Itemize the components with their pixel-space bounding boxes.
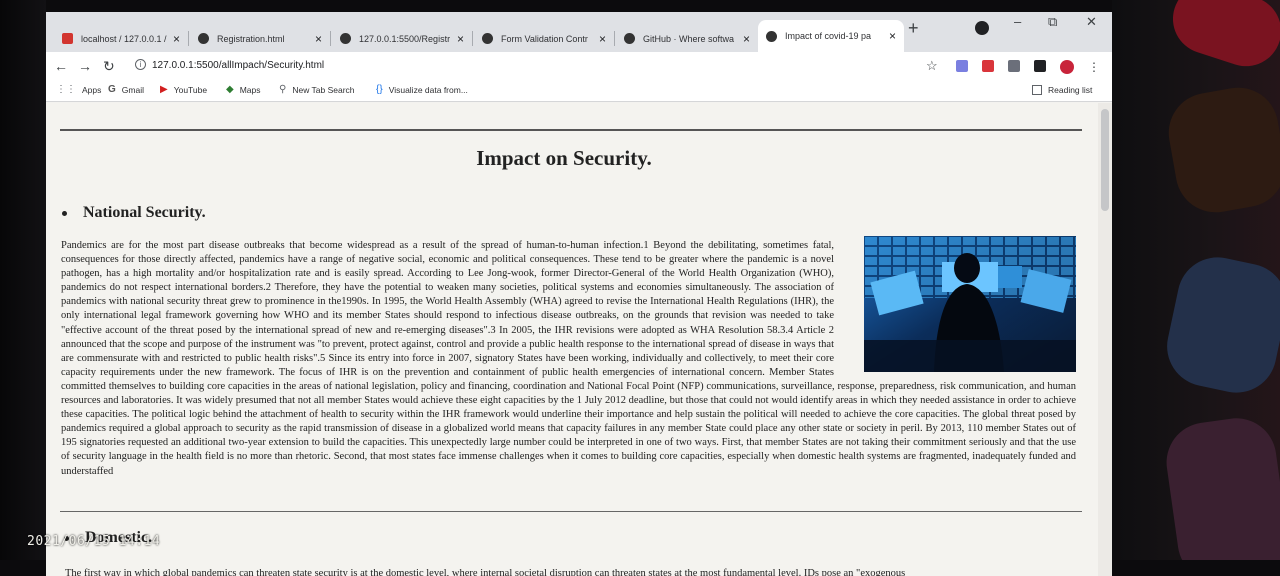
tab-strip: localhost / 127.0.0.1 / × Registration.h…	[46, 12, 1112, 52]
tab-localhost-registration[interactable]: 127.0.0.1:5500/Registr ×	[332, 25, 472, 52]
bookmark-star-icon[interactable]: ☆	[926, 58, 938, 73]
tab-phpmyadmin[interactable]: localhost / 127.0.0.1 / ×	[54, 25, 188, 52]
reload-button[interactable]: ↻	[103, 58, 115, 75]
bullet-icon	[62, 210, 67, 216]
background-fabric	[1162, 81, 1280, 219]
globe-icon	[766, 30, 777, 42]
back-button[interactable]: ←	[54, 58, 68, 74]
tab-registration[interactable]: Registration.html ×	[190, 25, 330, 52]
reading-list-label: Reading list	[1048, 85, 1093, 95]
gmail-icon: G	[108, 84, 116, 95]
tab-separator	[614, 31, 615, 46]
address-bar[interactable]: 127.0.0.1:5500/allImpach/Security.html	[152, 60, 324, 71]
bookmark-label: New Tab Search	[292, 85, 355, 95]
profile-icon[interactable]	[975, 21, 989, 35]
tab-title: GitHub · Where softwa	[643, 33, 735, 44]
reading-list-icon	[1032, 85, 1042, 95]
avatar[interactable]	[1060, 60, 1074, 74]
tab-form-validation[interactable]: Form Validation Contr ×	[474, 25, 614, 52]
reading-list-button[interactable]: Reading list	[1032, 85, 1092, 95]
extension-icon[interactable]	[982, 60, 994, 72]
close-icon[interactable]: ×	[315, 32, 322, 46]
tab-github[interactable]: GitHub · Where softwa ×	[616, 25, 758, 52]
bookmark-gmail[interactable]: G Gmail	[108, 84, 144, 96]
bookmark-youtube[interactable]: ▶ YouTube	[160, 84, 208, 96]
close-window-button[interactable]: ✕	[1086, 14, 1097, 30]
tab-separator	[472, 31, 473, 46]
bookmark-label: Visualize data from...	[388, 85, 468, 95]
bookmark-label: Gmail	[121, 85, 144, 95]
close-icon[interactable]: ×	[889, 29, 896, 43]
close-icon[interactable]: ×	[173, 32, 180, 46]
tab-separator	[188, 31, 189, 46]
globe-icon	[482, 33, 493, 44]
apps-grid-icon: ⋮⋮	[56, 84, 76, 95]
globe-icon	[198, 33, 209, 44]
forward-button[interactable]: →	[78, 58, 92, 74]
extension-icon[interactable]	[1008, 60, 1020, 72]
close-icon[interactable]: ×	[599, 32, 606, 46]
search-icon: ⚲	[279, 84, 287, 95]
new-tab-button[interactable]: +	[908, 18, 919, 39]
section-heading-national-security: National Security.	[62, 204, 206, 222]
domestic-paragraph: The first way in which global pandemics …	[65, 567, 1076, 576]
browser-toolbar: ← → ↻ i 127.0.0.1:5500/allImpach/Securit…	[46, 52, 1112, 80]
youtube-icon: ▶	[160, 84, 168, 95]
cyber-security-image	[864, 236, 1076, 372]
bookmarks-bar: ⋮⋮ Apps G Gmail ▶ YouTube ◆ Maps ⚲ New T…	[46, 80, 1112, 102]
maximize-button[interactable]: ⧉	[1048, 14, 1057, 30]
page-content: Impact on Security. National Security. P…	[46, 103, 1098, 576]
bookmark-apps[interactable]: ⋮⋮ Apps	[56, 84, 102, 96]
tab-title: localhost / 127.0.0.1 /	[81, 33, 167, 44]
page-viewport: Impact on Security. National Security. P…	[46, 103, 1112, 576]
tab-title: Registration.html	[217, 33, 285, 44]
tab-title: 127.0.0.1:5500/Registr	[359, 33, 451, 44]
menu-dots-icon[interactable]: ⋮	[1088, 60, 1100, 74]
horizontal-rule	[60, 129, 1082, 131]
background-fabric	[1159, 249, 1280, 401]
page-title: Impact on Security.	[476, 146, 652, 170]
section-heading-text: National Security.	[83, 204, 206, 221]
bookmark-label: Apps	[82, 85, 102, 95]
bookmark-visualize-data[interactable]: {} Visualize data from...	[376, 84, 468, 96]
vertical-scrollbar[interactable]	[1098, 103, 1112, 576]
globe-icon	[340, 33, 351, 44]
bookmark-label: Maps	[239, 85, 261, 95]
bookmark-maps[interactable]: ◆ Maps	[226, 84, 261, 96]
github-icon	[624, 33, 635, 44]
horizontal-rule	[60, 511, 1082, 512]
extension-icon[interactable]	[956, 60, 968, 72]
tab-separator	[330, 31, 331, 46]
code-braces-icon: {}	[376, 84, 383, 95]
phpmyadmin-icon	[62, 33, 73, 44]
background-fabric	[1163, 0, 1280, 76]
photo-timestamp: 2021/06/15 14:14	[27, 534, 161, 549]
paragraph-text: The first way in which global pandemics …	[65, 568, 906, 576]
puzzle-extensions-icon[interactable]	[1034, 60, 1046, 72]
site-info-icon[interactable]: i	[135, 59, 146, 70]
browser-window: localhost / 127.0.0.1 / × Registration.h…	[46, 12, 1112, 576]
scrollbar-thumb[interactable]	[1101, 109, 1109, 211]
tab-impact-covid[interactable]: Impact of covid-19 pa ×	[758, 20, 904, 52]
room-background-right	[1112, 0, 1280, 576]
bookmark-label: YouTube	[173, 85, 208, 95]
maps-icon: ◆	[226, 84, 234, 95]
bookmark-new-tab-search[interactable]: ⚲ New Tab Search	[279, 84, 355, 96]
minimize-button[interactable]: –	[1014, 14, 1021, 29]
close-icon[interactable]: ×	[457, 32, 464, 46]
national-security-paragraph: Pandemics are for the most part disease …	[61, 236, 1076, 479]
tab-title: Impact of covid-19 pa	[785, 31, 872, 41]
desk-background-left	[0, 0, 46, 576]
close-icon[interactable]: ×	[743, 32, 750, 46]
background-fabric	[1161, 413, 1280, 576]
tab-title: Form Validation Contr	[501, 33, 588, 44]
